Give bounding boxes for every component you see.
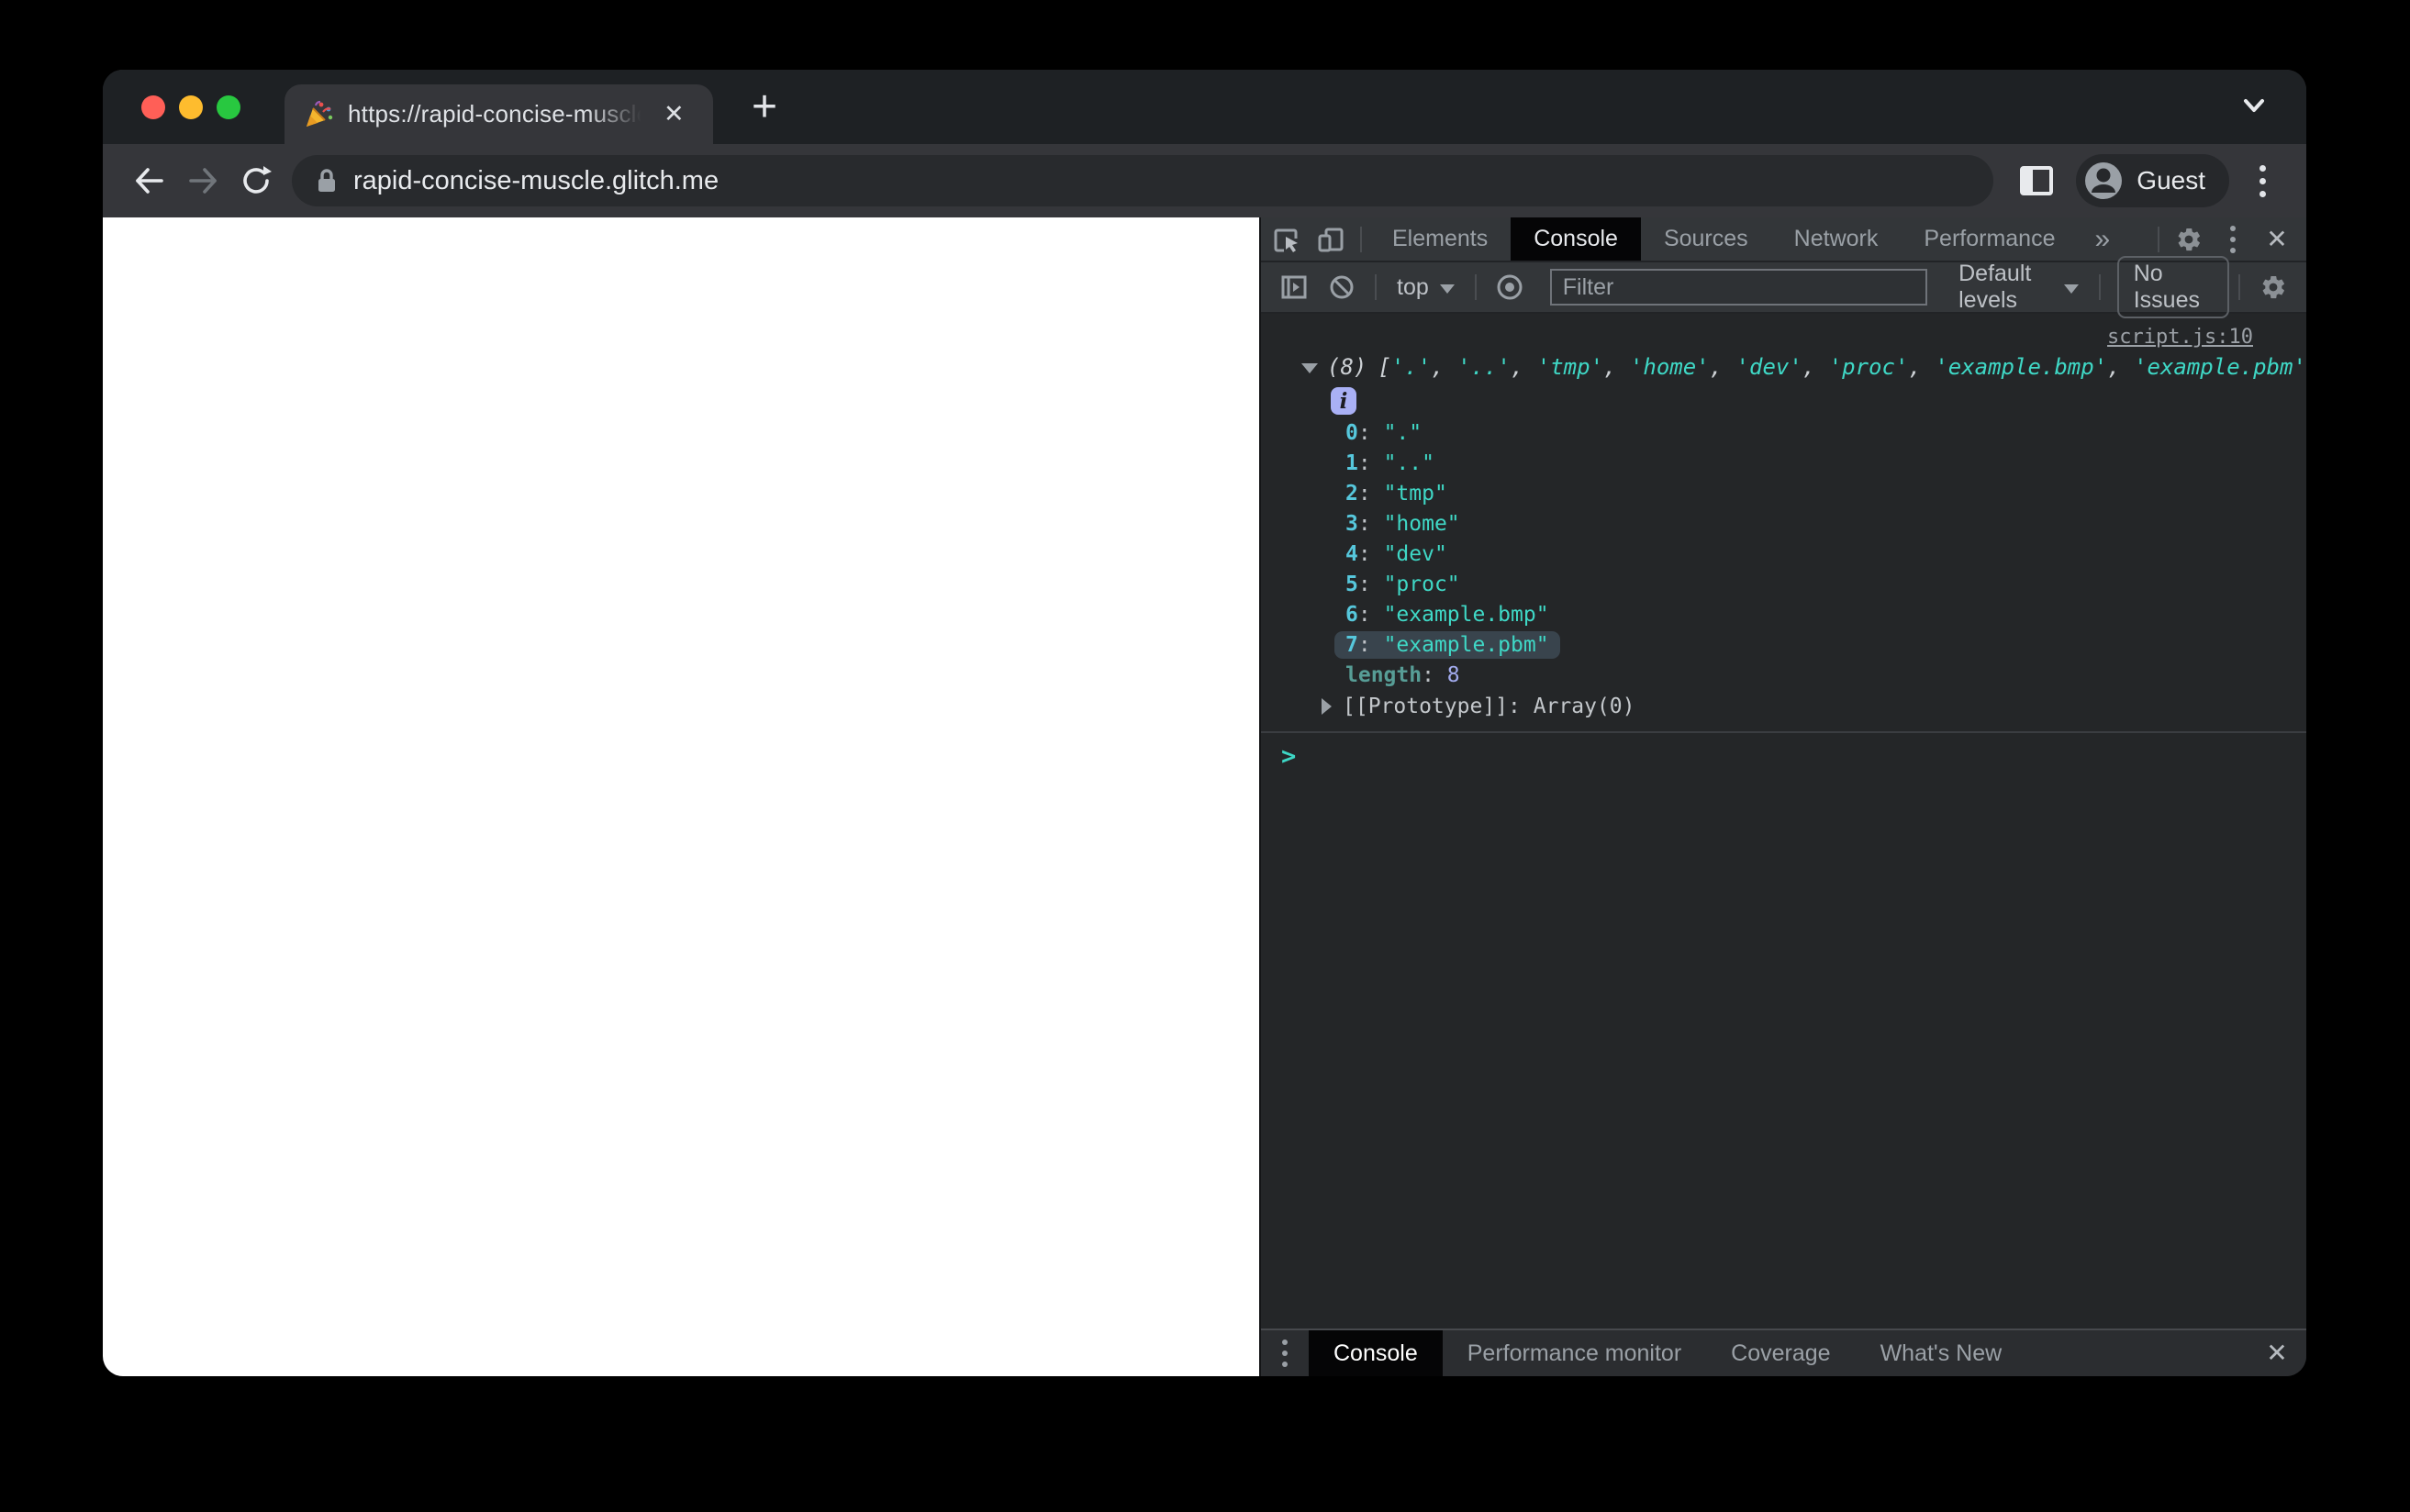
gear-icon: [2262, 275, 2284, 299]
console-message-source: script.js:10: [1261, 314, 2306, 350]
divider: [2098, 274, 2101, 300]
console-toolbar: top Default levels No Issues: [1261, 256, 2306, 318]
devtools-panel: Elements Console Sources Network Perform…: [1259, 217, 2306, 1376]
expand-triangle-icon[interactable]: [1322, 698, 1332, 715]
profile-label: Guest: [2137, 166, 2205, 195]
tab-search-chevron-down-icon[interactable]: [2238, 94, 2270, 117]
party-popper-icon: [307, 100, 333, 127]
live-expression-button[interactable]: [1488, 262, 1532, 312]
address-bar[interactable]: rapid-concise-muscle.glitch.me: [292, 155, 1994, 206]
drawer-tab-console[interactable]: Console: [1309, 1330, 1443, 1376]
kebab-menu-icon: [1282, 1340, 1288, 1367]
prototype-row: [[Prototype]]: Array(0): [1261, 691, 2306, 722]
drawer-tab-performance-monitor[interactable]: Performance monitor: [1443, 1330, 1706, 1376]
array-item-row: 2: "tmp": [1345, 482, 1447, 506]
close-window-button[interactable]: [141, 94, 165, 119]
url-text: rapid-concise-muscle.glitch.me: [353, 165, 720, 195]
divider: [2238, 274, 2240, 300]
drawer-tab-whats-new[interactable]: What's New: [1856, 1330, 2027, 1376]
array-preview: (8) ['.', '..', 'tmp', 'home', 'dev', 'pr…: [1261, 350, 2306, 384]
console-filter-input[interactable]: [1549, 269, 1928, 306]
array-item-row: 0: ".": [1345, 421, 1423, 445]
minimize-window-button[interactable]: [179, 94, 203, 119]
gear-icon: [2178, 228, 2200, 250]
array-item-row-highlighted: 7: "example.pbm": [1261, 630, 2306, 661]
array-item-row: 1: "..": [1345, 451, 1434, 475]
array-item-row: 5: "proc": [1345, 573, 1460, 596]
divider: [2158, 226, 2159, 252]
info-icon[interactable]: i: [1331, 387, 1356, 415]
collapse-triangle-icon[interactable]: [1301, 363, 1318, 373]
array-item-row: 3: "home": [1345, 512, 1460, 536]
log-levels-label: Default levels: [1958, 261, 2032, 313]
reload-button[interactable]: [229, 154, 283, 207]
more-tabs-button[interactable]: »: [2078, 224, 2126, 255]
divider: [1360, 226, 1362, 252]
tab-title-fade: [586, 100, 651, 128]
browser-tab[interactable]: https://rapid-concise-muscle.g ✕: [285, 84, 713, 144]
divider: [1474, 274, 1477, 300]
log-levels-dropdown[interactable]: Default levels: [1949, 261, 2088, 314]
tab-close-icon[interactable]: ✕: [664, 102, 685, 127]
device-toolbar-button[interactable]: [1309, 217, 1353, 261]
drawer-close-button[interactable]: ✕: [2248, 1330, 2306, 1376]
divider: [1375, 274, 1377, 300]
traffic-lights: [141, 70, 240, 144]
array-item-row: 6: "example.bmp": [1345, 603, 1549, 627]
close-icon: ✕: [2266, 1339, 2288, 1367]
tab-console[interactable]: Console: [1511, 217, 1641, 261]
devtools-drawer: Console Performance monitor Coverage Wha…: [1261, 1329, 2306, 1376]
close-icon: ✕: [2266, 224, 2288, 253]
evaluated-info-row: i: [1261, 384, 2306, 418]
side-panel-button[interactable]: [2012, 156, 2061, 206]
devtools-menu-button[interactable]: [2211, 217, 2255, 261]
browser-toolbar: rapid-concise-muscle.glitch.me Guest: [103, 144, 2306, 217]
clear-console-icon: [1330, 275, 1354, 299]
drawer-tab-coverage[interactable]: Coverage: [1706, 1330, 1855, 1376]
avatar-icon: [2085, 162, 2123, 199]
forward-button[interactable]: [176, 154, 229, 207]
inspect-cursor-icon: [1274, 228, 1298, 252]
devtools-settings-button[interactable]: [2167, 217, 2211, 261]
device-toolbar-icon: [1318, 228, 1344, 251]
drawer-menu-button[interactable]: [1261, 1330, 1309, 1376]
inspect-element-button[interactable]: [1265, 217, 1309, 261]
chevron-down-icon: [1439, 284, 1455, 294]
array-item-row: 4: "dev": [1345, 542, 1447, 566]
browser-window: https://rapid-concise-muscle.g ✕ + rapid…: [103, 70, 2306, 1376]
lock-icon: [318, 169, 335, 192]
tab-network[interactable]: Network: [1771, 217, 1902, 261]
back-button[interactable]: [123, 154, 176, 207]
browser-menu-button[interactable]: [2242, 156, 2282, 206]
side-panel-icon: [2020, 166, 2054, 195]
tab-performance[interactable]: Performance: [1901, 217, 2078, 261]
array-length-row: length: 8: [1345, 663, 1460, 687]
page-content[interactable]: [103, 217, 1259, 1376]
tab-title-wrap: https://rapid-concise-muscle.g: [348, 100, 651, 128]
zoom-window-button[interactable]: [217, 94, 240, 119]
context-selector[interactable]: top: [1397, 274, 1429, 301]
console-settings-button[interactable]: [2251, 262, 2295, 312]
new-tab-button[interactable]: +: [732, 70, 797, 144]
eye-icon: [1497, 274, 1523, 300]
devtools-close-button[interactable]: ✕: [2255, 217, 2299, 261]
tab-elements[interactable]: Elements: [1369, 217, 1511, 261]
clear-console-button[interactable]: [1320, 262, 1364, 312]
profile-button[interactable]: Guest: [2076, 154, 2229, 207]
source-link[interactable]: script.js:10: [2107, 326, 2253, 349]
console-prompt[interactable]: >: [1261, 733, 2306, 771]
prompt-chevron-icon: >: [1281, 742, 1297, 771]
console-sidebar-toggle-button[interactable]: [1272, 262, 1316, 312]
tab-sources[interactable]: Sources: [1641, 217, 1771, 261]
issues-counter-button[interactable]: No Issues: [2116, 256, 2229, 318]
kebab-menu-icon: [2230, 225, 2236, 253]
console-output: script.js:10 (8) ['.', '..', 'tmp', 'home…: [1261, 314, 2306, 1329]
sidebar-toggle-icon: [1281, 275, 1307, 299]
chevron-down-icon: [2063, 284, 2079, 294]
tab-strip: https://rapid-concise-muscle.g ✕ +: [103, 70, 2306, 144]
